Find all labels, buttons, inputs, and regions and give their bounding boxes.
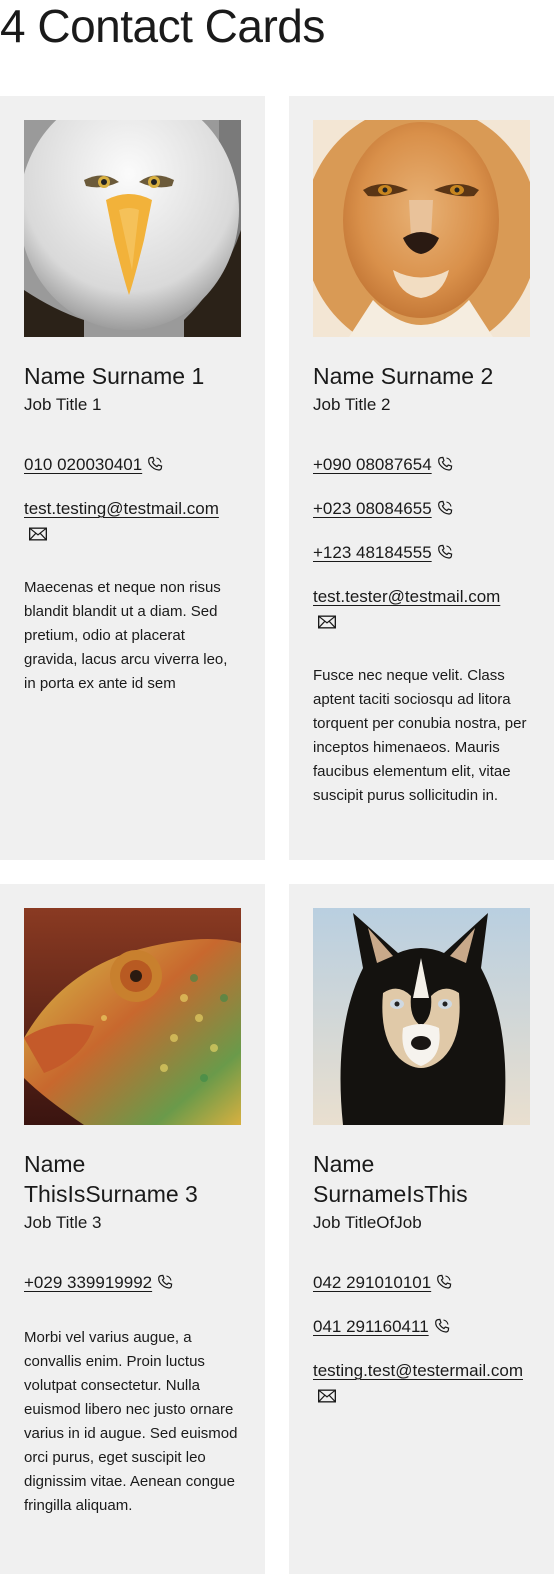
email-row: testing.test@testermail.com (313, 1358, 530, 1410)
phone-row: +029 339919992 (24, 1270, 241, 1296)
contact-name: Name Surname 1 (24, 363, 205, 389)
phone-row: +123 48184555 (313, 540, 530, 566)
contact-bio: Fusce nec neque velit. Class aptent taci… (313, 667, 527, 804)
mail-icon (317, 1387, 337, 1405)
contact-name: Name Surname 2 (313, 363, 494, 389)
phone-icon (435, 1273, 453, 1291)
mail-icon (317, 613, 337, 631)
email-link[interactable]: testing.test@testermail.com (313, 1361, 523, 1380)
phone-icon (433, 1317, 451, 1335)
contact-bio: Morbi vel varius augue, a convallis enim… (24, 1329, 238, 1514)
contact-job-title: Job Title 3 (24, 1213, 102, 1232)
phone-link[interactable]: 042 291010101 (313, 1273, 431, 1292)
phone-link[interactable]: +123 48184555 (313, 543, 432, 562)
eagle-photo (24, 120, 241, 337)
husky-photo (313, 908, 530, 1125)
contact-card-grid: Name Surname 1 Job Title 1 010 020030401… (0, 96, 554, 1574)
contact-bio: Maecenas et neque non risus blandit blan… (24, 579, 228, 692)
contact-job-title: Job Title 2 (313, 395, 391, 414)
phone-row: +090 08087654 (313, 452, 530, 478)
phone-icon (436, 455, 454, 473)
phone-link[interactable]: +029 339919992 (24, 1273, 152, 1292)
email-link[interactable]: test.testing@testmail.com (24, 499, 219, 518)
contact-job-title: Job TitleOfJob (313, 1213, 422, 1232)
phone-icon (436, 499, 454, 517)
phone-link[interactable]: 041 291160411 (313, 1317, 429, 1336)
phone-link[interactable]: +090 08087654 (313, 455, 432, 474)
contact-job-title: Job Title 1 (24, 395, 102, 414)
phone-row: 010 020030401 (24, 452, 241, 478)
phone-row: +023 08084655 (313, 496, 530, 522)
lion-photo (313, 120, 530, 337)
phone-link[interactable]: +023 08084655 (313, 499, 432, 518)
contact-name: Name SurnameIsThis (313, 1151, 468, 1207)
phone-icon (156, 1273, 174, 1291)
phone-icon (436, 543, 454, 561)
email-row: test.testing@testmail.com (24, 496, 241, 548)
page-title: 4 Contact Cards (0, 0, 325, 52)
mail-icon (28, 525, 48, 543)
phone-row: 042 291010101 (313, 1270, 530, 1296)
contact-card: Name ThisIsSurname 3 Job Title 3 +029 33… (0, 884, 265, 1574)
phone-row: 041 291160411 (313, 1314, 530, 1340)
chameleon-photo (24, 908, 241, 1125)
phone-link[interactable]: 010 020030401 (24, 455, 142, 474)
contact-card: Name Surname 1 Job Title 1 010 020030401… (0, 96, 265, 860)
contact-card: Name Surname 2 Job Title 2 +090 08087654… (289, 96, 554, 860)
email-link[interactable]: test.tester@testmail.com (313, 587, 500, 606)
email-row: test.tester@testmail.com (313, 584, 530, 636)
phone-icon (146, 455, 164, 473)
contact-card: Name SurnameIsThis Job TitleOfJob 042 29… (289, 884, 554, 1574)
contact-name: Name ThisIsSurname 3 (24, 1151, 198, 1207)
